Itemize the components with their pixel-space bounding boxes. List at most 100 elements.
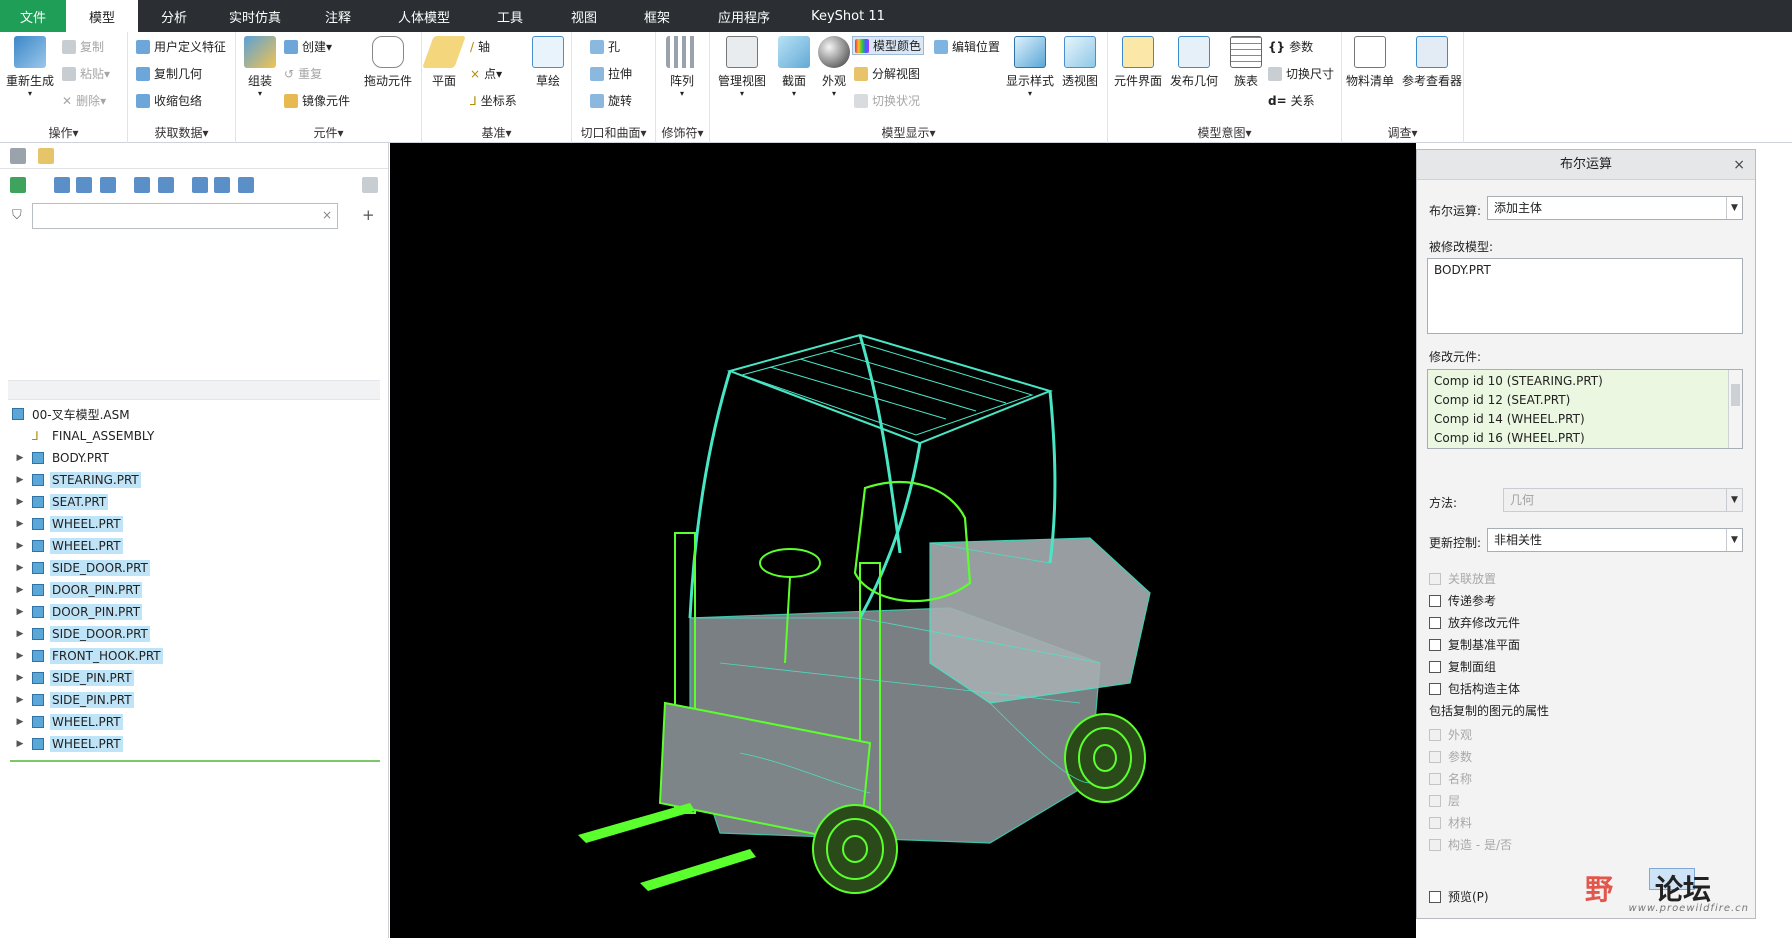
preview-checkbox[interactable]: 预览(P) [1429, 888, 1489, 905]
datum-plane-button[interactable]: 平面 [422, 36, 466, 89]
tab-1[interactable]: 模型 [66, 0, 138, 32]
expand-arrow-icon[interactable]: ▶ [14, 475, 26, 485]
columns-icon[interactable] [100, 177, 116, 193]
tab-2[interactable]: 分析 [138, 0, 210, 32]
copy-geometry-button[interactable]: 复制几何 [136, 65, 202, 82]
repeat-button[interactable]: ↺ 重复 [284, 65, 322, 82]
tree-root-assembly[interactable]: 00-叉车模型.ASM [0, 403, 389, 425]
extrude-button[interactable]: 拉伸 [590, 65, 632, 82]
model-color-button[interactable]: 模型颜色 [852, 36, 925, 55]
coordinate-system-button[interactable]: ⅃ 坐标系 [470, 92, 517, 109]
modified-model-box[interactable]: BODY.PRT [1427, 258, 1743, 334]
revolve-button[interactable]: 旋转 [590, 92, 632, 109]
publish-geometry-button[interactable]: 发布几何 [1170, 36, 1218, 89]
tree-item[interactable]: ▶ WHEEL.PRT [0, 535, 389, 557]
expand-tree-icon[interactable] [54, 177, 70, 193]
method-select[interactable]: 几何 ▼ [1503, 488, 1743, 512]
layer-tree-tab-icon[interactable] [38, 148, 54, 164]
tree-search-input[interactable] [32, 203, 338, 229]
expand-arrow-icon[interactable]: ▶ [14, 453, 26, 463]
update-control-select[interactable]: 非相关性 ▼ [1487, 528, 1743, 552]
filter-tree-icon[interactable] [134, 177, 150, 193]
list-item[interactable]: Comp id 14 (WHEEL.PRT) [1434, 410, 1736, 429]
tab-3[interactable]: 实时仿真 [210, 0, 300, 32]
mirror-component-button[interactable]: 镜像元件 [284, 92, 350, 109]
tab-0[interactable]: 文件 [0, 0, 66, 32]
expand-arrow-icon[interactable]: ▶ [14, 607, 26, 617]
option-checkbox[interactable]: 复制面组 [1429, 658, 1496, 675]
group-label-operations[interactable]: 操作▾ [0, 124, 127, 141]
attribute-checkbox[interactable]: 外观 [1429, 726, 1472, 743]
tab-7[interactable]: 视图 [548, 0, 620, 32]
funnel-icon[interactable]: ⛉ [12, 208, 22, 223]
udf-button[interactable]: 用户定义特征 [136, 38, 226, 55]
parameters-button[interactable]: {} 参数 [1268, 38, 1313, 55]
expand-arrow-icon[interactable]: ▶ [14, 739, 26, 749]
expand-arrow-icon[interactable]: ▶ [14, 563, 26, 573]
list-item[interactable]: Comp id 16 (WHEEL.PRT) [1434, 429, 1736, 448]
expand-arrow-icon[interactable]: ▶ [14, 651, 26, 661]
drag-component-button[interactable]: 拖动元件 [364, 36, 412, 89]
exploded-view-button[interactable]: 分解视图 [854, 65, 920, 82]
tree-item[interactable]: ▶ BODY.PRT [0, 447, 389, 469]
reference-viewer-button[interactable]: 参考查看器 [1402, 36, 1462, 89]
layers-icon[interactable] [214, 177, 230, 193]
tree-item[interactable]: ⅃ FINAL_ASSEMBLY [0, 425, 389, 447]
hole-button[interactable]: 孔 [590, 38, 620, 55]
regenerate-button[interactable]: 重新生成 ▾ [6, 36, 54, 98]
option-checkbox[interactable]: 包括构造主体 [1429, 680, 1520, 697]
datum-point-button[interactable]: × 点 ▾ [470, 65, 502, 82]
tab-9[interactable]: 应用程序 [694, 0, 794, 32]
component-interface-button[interactable]: 元件界面 [1114, 36, 1162, 89]
show-icon[interactable] [10, 177, 26, 193]
list-item[interactable]: Comp id 12 (SEAT.PRT) [1434, 391, 1736, 410]
tree-item[interactable]: ▶ WHEEL.PRT [0, 513, 389, 535]
section-button[interactable]: 截面 ▾ [778, 36, 810, 98]
tree-item[interactable]: ▶ DOOR_PIN.PRT [0, 601, 389, 623]
pattern-button[interactable]: 阵列 ▾ [666, 36, 698, 98]
tab-10[interactable]: KeyShot 11 [794, 0, 902, 32]
tree-item[interactable]: ▶ SIDE_PIN.PRT [0, 689, 389, 711]
list-item[interactable]: Comp id 10 (STEARING.PRT) [1434, 372, 1736, 391]
expand-arrow-icon[interactable]: ▶ [14, 673, 26, 683]
expand-arrow-icon[interactable]: ▶ [14, 585, 26, 595]
group-label-get-data[interactable]: 获取数据▾ [128, 124, 235, 141]
attribute-checkbox[interactable]: 构造 - 是/否 [1429, 836, 1512, 853]
create-button[interactable]: 创建 ▾ [284, 38, 332, 55]
clear-icon[interactable]: × [322, 208, 332, 222]
close-icon[interactable]: × [1733, 150, 1745, 180]
group-label-model-display[interactable]: 模型显示▾ [710, 124, 1107, 141]
scrollbar[interactable] [1728, 370, 1742, 448]
option-checkbox[interactable]: 复制基准平面 [1429, 636, 1520, 653]
expand-arrow-icon[interactable]: ▶ [14, 695, 26, 705]
add-icon[interactable]: + [362, 206, 375, 224]
group-label-modifiers[interactable]: 修饰符▾ [656, 124, 709, 141]
delete-button[interactable]: ✕ 删除 ▾ [62, 92, 106, 109]
table-icon[interactable] [158, 177, 174, 193]
expand-arrow-icon[interactable]: ▶ [14, 519, 26, 529]
group-label-model-intent[interactable]: 模型意图▾ [1108, 124, 1341, 141]
tree-item[interactable]: ▶ SEAT.PRT [0, 491, 389, 513]
paste-button[interactable]: 粘贴 ▾ [62, 65, 110, 82]
option-checkbox[interactable]: 关联放置 [1429, 570, 1496, 587]
tab-6[interactable]: 工具 [472, 0, 548, 32]
tree-item[interactable]: ▶ SIDE_DOOR.PRT [0, 557, 389, 579]
option-checkbox[interactable]: 传递参考 [1429, 592, 1496, 609]
attribute-checkbox[interactable]: 参数 [1429, 748, 1472, 765]
family-table-button[interactable]: 族表 [1230, 36, 1262, 89]
appearance-button[interactable]: 外观 ▾ [818, 36, 850, 98]
tree-item[interactable]: ▶ SIDE_PIN.PRT [0, 667, 389, 689]
settings-gear-icon[interactable] [192, 177, 208, 193]
tab-4[interactable]: 注释 [300, 0, 376, 32]
boolean-op-select[interactable]: 添加主体 ▼ [1487, 196, 1743, 220]
group-label-cut-surface[interactable]: 切口和曲面▾ [572, 124, 655, 141]
group-label-investigate[interactable]: 调查▾ [1342, 124, 1463, 141]
sketch-button[interactable]: 草绘 [532, 36, 564, 89]
insert-here-indicator[interactable] [10, 760, 380, 762]
toggle-dimensions-button[interactable]: 切换尺寸 [1268, 65, 1334, 82]
expand-arrow-icon[interactable]: ▶ [14, 629, 26, 639]
graphics-window[interactable] [390, 143, 1416, 938]
tree-item[interactable]: ▶ WHEEL.PRT [0, 733, 389, 755]
relations-button[interactable]: d= 关系 [1268, 92, 1315, 109]
edit-position-button[interactable]: 编辑位置 [934, 38, 1000, 55]
